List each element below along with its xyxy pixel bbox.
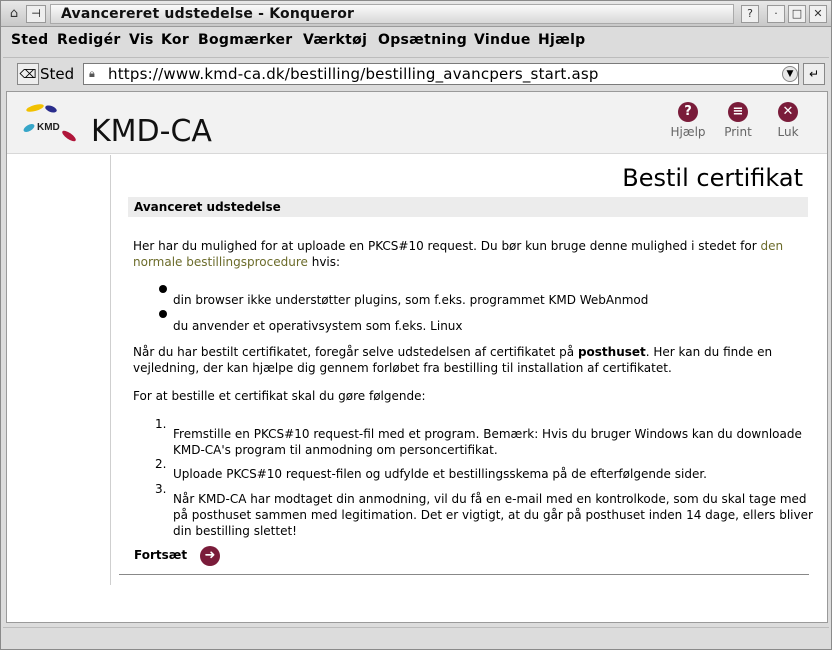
close-icon: ✕ [778, 102, 798, 122]
step-number: 3. [155, 482, 167, 496]
secure-lock-icon: 🔒︎ [89, 67, 95, 80]
left-navigation-column [7, 155, 111, 585]
url-input[interactable]: https://www.kmd-ca.dk/bestilling/bestill… [83, 63, 799, 85]
site-header: KMD KMD-CA ? Hjælp ≡ Print ✕ Luk [7, 92, 827, 154]
menu-bogmaerker[interactable]: Bogmærker [198, 32, 293, 48]
menu-opsaetning[interactable]: Opsætning [378, 32, 467, 48]
minimize-button[interactable]: · [767, 5, 785, 23]
divider [119, 574, 809, 575]
intro-text-end: hvis: [307, 255, 341, 269]
step-text: Fremstille en PKCS#10 request-fil med et… [173, 427, 802, 457]
menu-kor[interactable]: Kor [161, 32, 189, 48]
intro-text: Her har du mulighed for at uploade en PK… [133, 239, 761, 253]
menu-bar: Sted Redigér Vis Kor Bogmærker Værktøj O… [3, 29, 829, 53]
kmd-logo-icon: KMD [23, 104, 76, 142]
print-icon: ≡ [728, 102, 748, 122]
go-button[interactable]: ↵ [803, 63, 825, 85]
list-item: du anvender et operativsystem som f.eks.… [173, 319, 463, 333]
help-label: Hjælp [670, 125, 706, 139]
help-icon: ? [678, 102, 698, 122]
step-text: Uploade PKCS#10 request-filen og udfylde… [173, 467, 707, 481]
posthus-text: Når du har bestilt certifikatet, foregår… [133, 345, 578, 359]
logo-text: KMD [37, 122, 60, 133]
konqueror-app-icon[interactable]: ⌂ [5, 5, 23, 23]
intro-paragraph: Her har du mulighed for at uploade en PK… [133, 238, 813, 270]
browser-window: ⌂ ⊣ Avancereret udstedelse - Konqueror ?… [0, 0, 832, 650]
close-link[interactable]: ✕ Luk [763, 102, 813, 139]
menu-vaerktoj[interactable]: Værktøj [303, 32, 367, 48]
pin-icon[interactable]: ⊣ [26, 5, 46, 23]
step-text: Når KMD-CA har modtaget din anmodning, v… [173, 492, 813, 538]
location-label: Sted [40, 65, 75, 83]
close-label: Luk [777, 125, 799, 139]
location-toolbar: ⌫ Sted https://www.kmd-ca.dk/bestilling/… [3, 57, 829, 89]
menu-sted[interactable]: Sted [11, 32, 49, 48]
clear-location-button[interactable]: ⌫ [17, 63, 39, 85]
status-bar [3, 627, 829, 647]
url-history-dropdown-icon[interactable]: ▼ [782, 66, 798, 82]
close-window-button[interactable]: ✕ [809, 5, 827, 23]
help-window-button[interactable]: ? [741, 5, 759, 23]
print-label: Print [724, 125, 752, 139]
list-item: din browser ikke understøtter plugins, s… [173, 293, 649, 307]
site-title: KMD-CA [91, 114, 212, 149]
bullet-icon [159, 285, 167, 293]
continue-arrow-icon[interactable]: ➜ [200, 546, 220, 566]
menu-rediger[interactable]: Redigér [57, 32, 121, 48]
maximize-button[interactable]: □ [788, 5, 806, 23]
posthus-paragraph: Når du har bestilt certifikatet, foregår… [133, 344, 813, 376]
title-bar: ⌂ ⊣ Avancereret udstedelse - Konqueror ?… [1, 1, 831, 27]
menu-vindue[interactable]: Vindue [474, 32, 531, 48]
posthus-bold: posthuset [577, 345, 646, 359]
continue-label[interactable]: Fortsæt [134, 548, 187, 562]
menu-hjaelp[interactable]: Hjælp [538, 32, 586, 48]
steps-intro: For at bestille et certifikat skal du gø… [133, 389, 426, 403]
step-number: 1. [155, 417, 167, 431]
print-link[interactable]: ≡ Print [713, 102, 763, 139]
help-link[interactable]: ? Hjælp [663, 102, 713, 139]
step-number: 2. [155, 457, 167, 471]
section-heading: Avanceret udstedelse [128, 197, 808, 217]
menu-vis[interactable]: Vis [129, 32, 154, 48]
web-content: KMD KMD-CA ? Hjælp ≡ Print ✕ Luk Bestil … [6, 91, 828, 623]
window-title: Avancereret udstedelse - Konqueror [50, 4, 734, 24]
page-title: Bestil certifikat [622, 164, 803, 192]
bullet-icon [159, 310, 167, 318]
